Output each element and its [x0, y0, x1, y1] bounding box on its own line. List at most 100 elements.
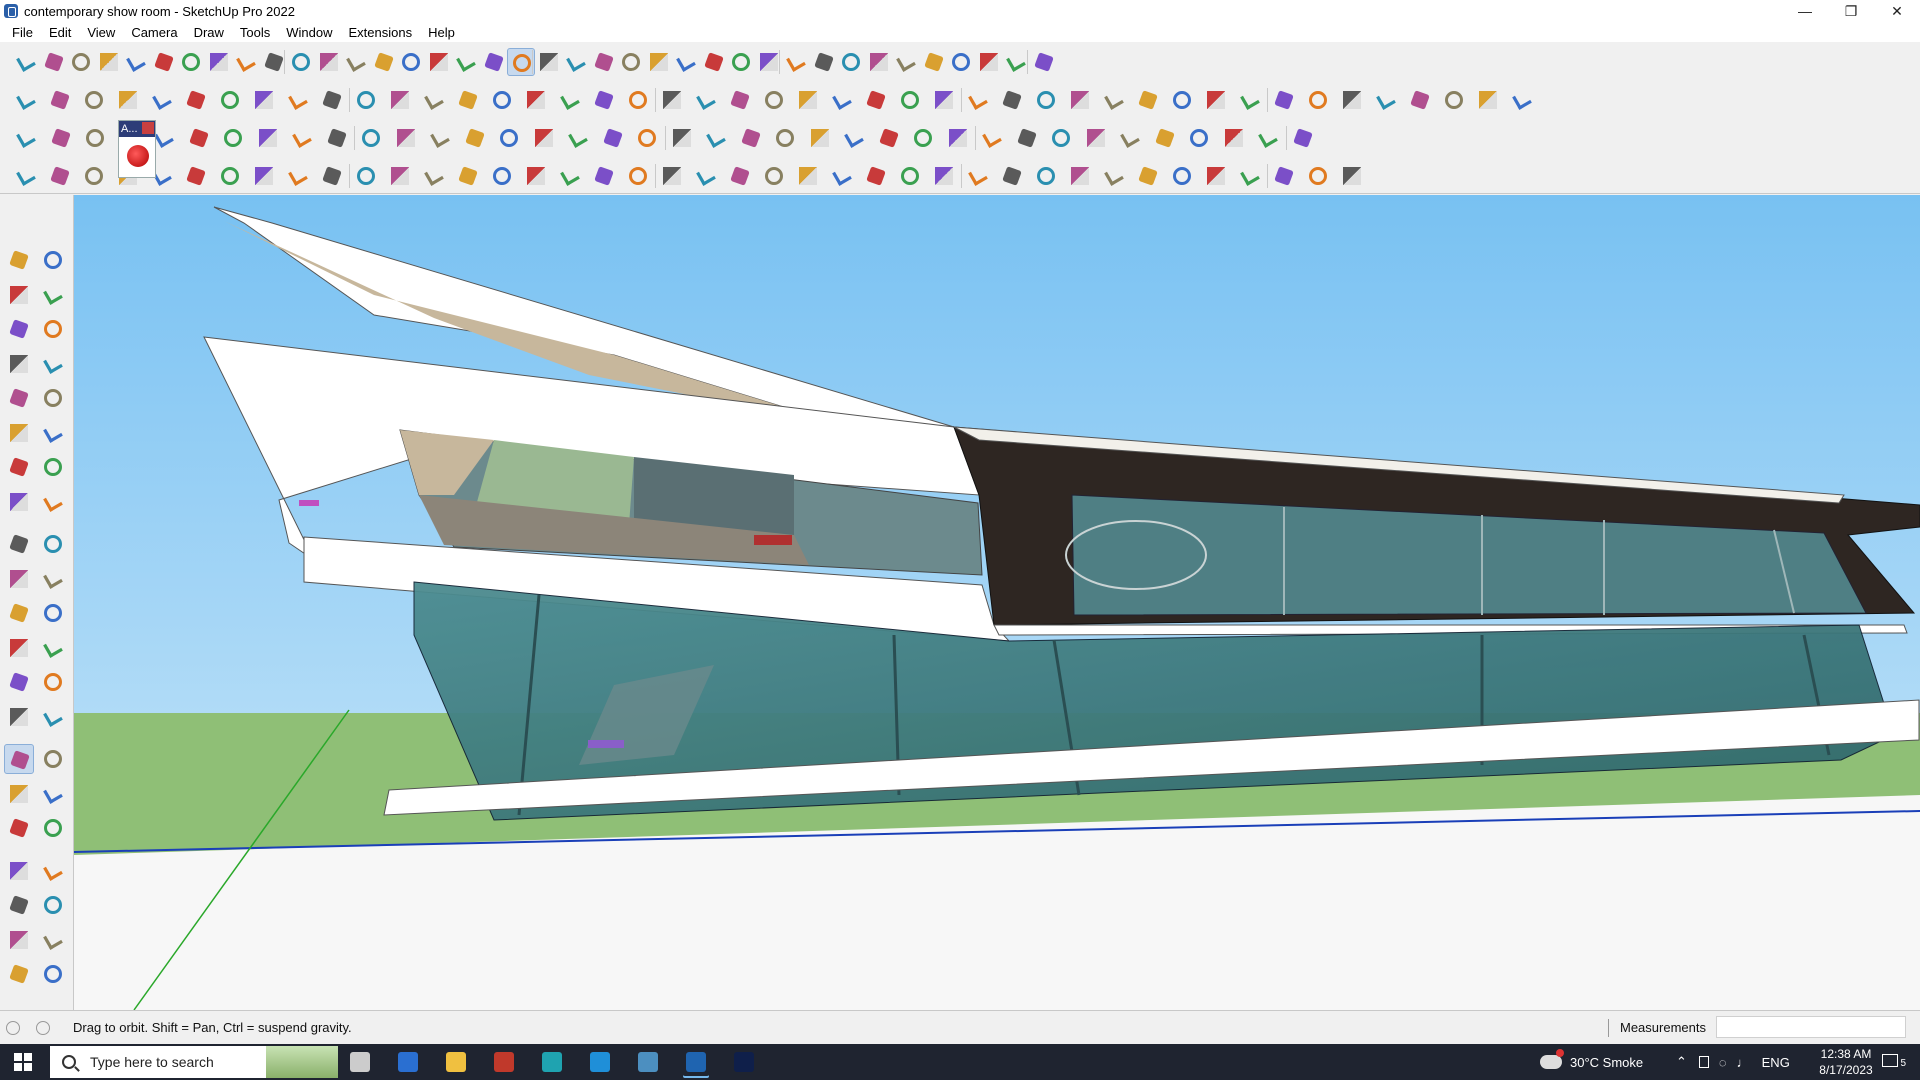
- axes-icon[interactable]: [4, 702, 34, 732]
- violet-slash-icon[interactable]: [488, 86, 516, 114]
- hand-wire-icon[interactable]: [624, 162, 652, 190]
- red-gem-icon[interactable]: [127, 145, 149, 167]
- 3d-viewport[interactable]: [74, 195, 1920, 1010]
- hand-icon[interactable]: [1030, 48, 1058, 76]
- measurements-input[interactable]: [1716, 1016, 1906, 1038]
- orbit-active-icon[interactable]: [4, 744, 34, 774]
- hexagon-shape-icon[interactable]: [964, 86, 992, 114]
- zoom-window-icon[interactable]: [38, 779, 68, 809]
- bucket-icon[interactable]: [840, 124, 868, 152]
- steps-icon[interactable]: [1032, 162, 1060, 190]
- arrow-pink-icon[interactable]: [352, 86, 380, 114]
- arrow-split-icon[interactable]: [892, 48, 920, 76]
- tape-measure-icon[interactable]: [38, 314, 68, 344]
- dots-arc-icon[interactable]: [1254, 124, 1282, 152]
- zoom-icon[interactable]: [4, 779, 34, 809]
- ring-blue-icon[interactable]: [771, 124, 799, 152]
- formula-icon[interactable]: [794, 86, 822, 114]
- book-icon[interactable]: [624, 86, 652, 114]
- circle-ring-icon[interactable]: [1100, 86, 1128, 114]
- zoom-extents-icon[interactable]: [4, 813, 34, 843]
- cone-teal-icon[interactable]: [633, 124, 661, 152]
- flip-icon[interactable]: [947, 48, 975, 76]
- section-icon[interactable]: [645, 48, 673, 76]
- select-icon[interactable]: [4, 245, 34, 275]
- terrain-grid-icon[interactable]: [556, 86, 584, 114]
- oval-shape-icon[interactable]: [998, 86, 1026, 114]
- position-camera-icon[interactable]: [4, 856, 34, 886]
- menu-window[interactable]: Window: [278, 25, 340, 40]
- 2point-arc-icon[interactable]: [38, 487, 68, 517]
- eraser-icon[interactable]: [95, 48, 123, 76]
- notification-button[interactable]: 5: [1880, 1050, 1906, 1074]
- basket-icon[interactable]: [488, 162, 516, 190]
- ribbon-icon[interactable]: [318, 162, 346, 190]
- plus-green-icon[interactable]: [530, 124, 558, 152]
- previous-view-icon[interactable]: [38, 813, 68, 843]
- cube-gold-icon[interactable]: [12, 86, 40, 114]
- task-view-icon[interactable]: [346, 1048, 374, 1076]
- gear-gold-icon[interactable]: [1047, 124, 1075, 152]
- undo-icon[interactable]: [975, 48, 1003, 76]
- close-button[interactable]: ✕: [1874, 0, 1920, 22]
- circle-shape-icon[interactable]: [930, 86, 958, 114]
- section-cut-icon[interactable]: [38, 925, 68, 955]
- orbit-icon[interactable]: [38, 245, 68, 275]
- tape-measure-icon[interactable]: [425, 48, 453, 76]
- protractor-icon[interactable]: [4, 667, 34, 697]
- select-icon[interactable]: [40, 48, 68, 76]
- arc-shape-icon[interactable]: [1066, 86, 1094, 114]
- arrow-cross-icon[interactable]: [1220, 124, 1248, 152]
- solid-icon[interactable]: [700, 48, 728, 76]
- sketchup-icon[interactable]: [682, 1048, 710, 1076]
- tag-icon[interactable]: [617, 48, 645, 76]
- eraser-icon[interactable]: [38, 280, 68, 310]
- blade2-icon[interactable]: [862, 162, 890, 190]
- paint-bucket-icon[interactable]: [480, 48, 508, 76]
- net-icon[interactable]: [1082, 124, 1110, 152]
- push-red-icon[interactable]: [114, 86, 142, 114]
- select-dropdown-icon[interactable]: [67, 48, 95, 76]
- roof-icon[interactable]: [357, 124, 385, 152]
- photoshop-icon[interactable]: [730, 1048, 758, 1076]
- parallelogram-shape-icon[interactable]: [1032, 86, 1060, 114]
- redo-icon[interactable]: [1002, 48, 1030, 76]
- brick-icon[interactable]: [1338, 86, 1366, 114]
- flat-panel-icon[interactable]: [185, 124, 213, 152]
- look-around-icon[interactable]: [38, 856, 68, 886]
- menu-view[interactable]: View: [79, 25, 123, 40]
- bars-icon[interactable]: [1134, 162, 1162, 190]
- gear-pink-icon[interactable]: [1013, 124, 1041, 152]
- follow-me-icon[interactable]: [38, 564, 68, 594]
- zoom-window-icon[interactable]: [590, 48, 618, 76]
- brush-icon[interactable]: [454, 162, 482, 190]
- move-icon[interactable]: [342, 48, 370, 76]
- 3d-text-icon[interactable]: [38, 702, 68, 732]
- arrow-pointer-icon[interactable]: [692, 162, 720, 190]
- chevron-up-icon[interactable]: ⌃: [1676, 1054, 1687, 1070]
- stripes-icon[interactable]: [760, 162, 788, 190]
- start-button[interactable]: [0, 1044, 46, 1080]
- line-icon[interactable]: [4, 349, 34, 379]
- wall-icon[interactable]: [1168, 162, 1196, 190]
- extension-icon[interactable]: [782, 48, 810, 76]
- rotate-green-icon[interactable]: [944, 124, 972, 152]
- curve-icon[interactable]: [426, 124, 454, 152]
- plus-red-icon[interactable]: [495, 124, 523, 152]
- arrow-up-down-icon[interactable]: [865, 48, 893, 76]
- panel-gold-icon[interactable]: [81, 124, 109, 152]
- bend-icon[interactable]: [352, 162, 380, 190]
- menu-extensions[interactable]: Extensions: [341, 25, 421, 40]
- path-red-icon[interactable]: [46, 162, 74, 190]
- pretzel-icon[interactable]: [250, 162, 278, 190]
- acrobat-icon[interactable]: [490, 1048, 518, 1076]
- offset-icon[interactable]: [315, 48, 343, 76]
- tent-icon[interactable]: [1474, 86, 1502, 114]
- house-wire-icon[interactable]: [1338, 162, 1366, 190]
- weather-widget[interactable]: 30°C Smoke: [1540, 1044, 1643, 1080]
- ring-red-icon[interactable]: [737, 124, 765, 152]
- device-icon[interactable]: [1698, 1056, 1709, 1068]
- pink-line-icon[interactable]: [1236, 86, 1264, 114]
- arrow-orange-icon[interactable]: [284, 86, 312, 114]
- menu-tools[interactable]: Tools: [232, 25, 278, 40]
